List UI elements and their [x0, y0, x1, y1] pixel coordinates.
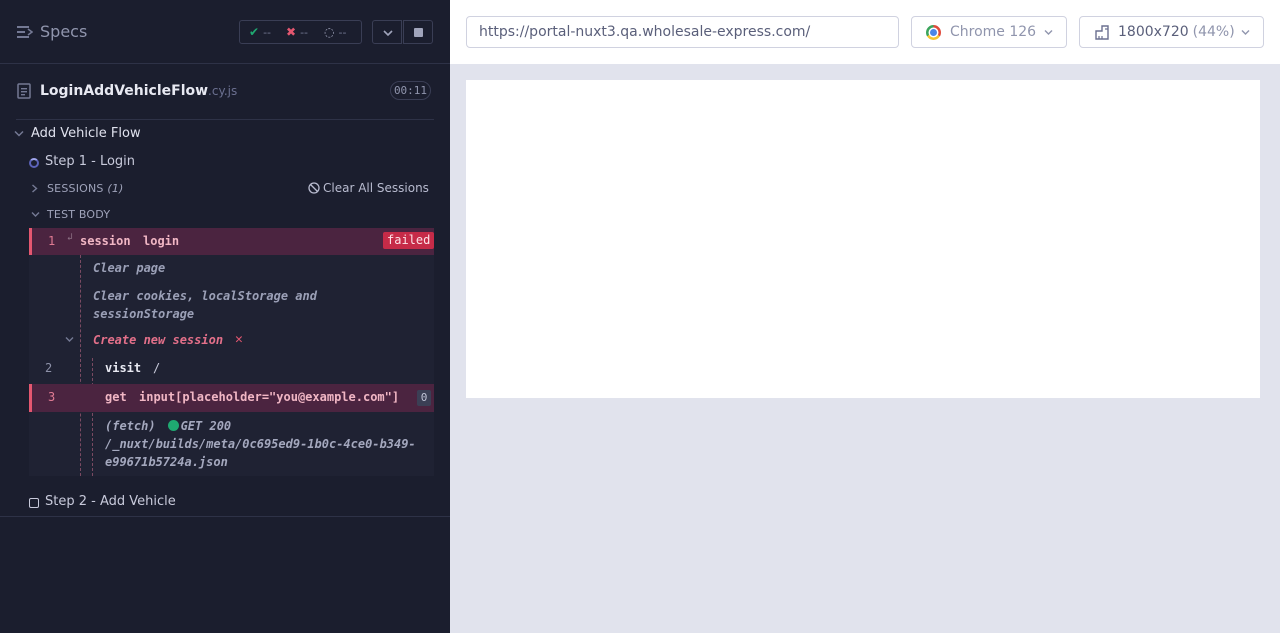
- stop-icon: [414, 28, 423, 37]
- chevron-down-icon: [1241, 30, 1250, 35]
- log-clear-storage-line2[interactable]: sessionStorage: [93, 307, 423, 321]
- reporter-panel: Specs ✔ -- ✖ -- ◌ -- LoginAddVehicleFlow.cy…: [0, 0, 450, 633]
- stop-button[interactable]: [403, 20, 433, 44]
- reporter-header: Specs ✔ -- ✖ -- ◌ --: [0, 0, 450, 64]
- create-session-label: Create new session: [93, 333, 224, 347]
- fetch-status: GET 200: [180, 419, 232, 433]
- chevron-right-icon: [32, 184, 38, 193]
- ruler-icon: [1095, 25, 1109, 40]
- passed-stat: ✔ --: [249, 25, 271, 39]
- viewport-label: 1800x720 (44%): [1118, 24, 1235, 40]
- fetch-url-line2: e99671b5724a.json: [105, 455, 228, 469]
- test-title-step2: Step 2 - Add Vehicle: [45, 494, 176, 509]
- browser-label: Chrome 126: [950, 24, 1037, 40]
- circle-notch-icon: ◌: [324, 25, 335, 39]
- status-dot-icon: [167, 420, 179, 431]
- aut-panel: https://portal-nuxt3.qa.wholesale-expres…: [450, 0, 1280, 633]
- test-title-step1: Step 1 - Login: [45, 154, 136, 169]
- nested-arrow-icon: ↲: [67, 232, 74, 243]
- test-stats: ✔ -- ✖ -- ◌ --: [239, 20, 362, 44]
- zoom-level: (44%): [1192, 24, 1235, 40]
- command-number: 1: [48, 234, 56, 248]
- viewport-size: 1800x720: [1118, 24, 1189, 40]
- aut-iframe[interactable]: [466, 80, 1260, 398]
- command-log: 1 ↲ session login failed Clear page Clea…: [29, 228, 435, 476]
- x-icon: ✖: [286, 25, 297, 39]
- element-count-badge: 0: [417, 390, 431, 406]
- fetch-log-line1: (fetch) GET 200: [105, 417, 430, 435]
- sessions-label: SESSIONS (1): [47, 182, 124, 195]
- suite-title: Add Vehicle Flow: [31, 126, 141, 141]
- check-icon: ✔: [249, 25, 260, 39]
- sessions-section[interactable]: SESSIONS (1) Clear All Sessions: [0, 178, 450, 198]
- document-icon: [17, 83, 31, 99]
- failed-x-icon: ✕: [235, 332, 243, 347]
- fetch-url-line1: /_nuxt/builds/meta/0c695ed9-1b0c-4ce0-b3…: [105, 437, 416, 451]
- pending-count: --: [338, 26, 347, 39]
- passed-count: --: [263, 26, 272, 39]
- chevron-down-icon: [31, 212, 40, 217]
- spec-duration: 00:11: [390, 81, 431, 100]
- ban-icon: [308, 182, 320, 194]
- command-message: input[placeholder="you@example.com"]: [139, 390, 400, 404]
- command-name: session: [80, 234, 131, 248]
- browser-selector[interactable]: Chrome 126: [911, 16, 1067, 48]
- command-name: get: [105, 390, 127, 404]
- toggle-expand-button[interactable]: [372, 20, 402, 44]
- command-name: visit: [105, 361, 142, 375]
- spec-file-header: LoginAddVehicleFlow.cy.js 00:11: [0, 64, 450, 120]
- command-number: 3: [48, 390, 56, 404]
- spec-file-name[interactable]: LoginAddVehicleFlow.cy.js: [40, 83, 237, 99]
- spec-file-basename: LoginAddVehicleFlow: [40, 83, 209, 99]
- clear-all-sessions-label: Clear All Sessions: [323, 181, 429, 195]
- command-row-visit[interactable]: 2 visit /: [29, 356, 434, 380]
- viewport-selector[interactable]: 1800x720 (44%): [1079, 16, 1264, 48]
- command-row-session[interactable]: 1 ↲ session login failed: [29, 228, 435, 255]
- failed-stat: ✖ --: [286, 25, 308, 39]
- test-row-step2[interactable]: Step 2 - Add Vehicle: [0, 492, 450, 517]
- specs-title[interactable]: Specs: [40, 22, 87, 41]
- fetch-log[interactable]: (fetch) GET 200 /_nuxt/builds/meta/0c695e…: [105, 417, 430, 471]
- command-row-get[interactable]: 3 get input[placeholder="you@example.com…: [29, 384, 434, 412]
- chevron-down-icon: [14, 130, 24, 137]
- pending-stat: ◌ --: [324, 25, 346, 39]
- pending-square-icon: [29, 498, 39, 508]
- spec-file-extension: .cy.js: [208, 84, 238, 98]
- test-row-step1[interactable]: Step 1 - Login: [0, 152, 450, 172]
- clear-all-sessions-button[interactable]: Clear All Sessions: [308, 181, 429, 195]
- command-message: login: [143, 234, 180, 248]
- chrome-icon: [926, 25, 941, 40]
- aut-header: https://portal-nuxt3.qa.wholesale-expres…: [450, 0, 1280, 64]
- log-clear-page[interactable]: Clear page: [93, 261, 423, 275]
- failed-badge: failed: [383, 232, 435, 249]
- chevron-down-icon: [65, 337, 74, 342]
- create-session-group[interactable]: Create new session ✕: [29, 327, 434, 353]
- fetch-label: (fetch): [105, 419, 156, 433]
- sessions-label-text: SESSIONS: [47, 182, 104, 195]
- command-message: /: [153, 361, 161, 375]
- chevron-down-icon: [1044, 30, 1053, 35]
- url-bar[interactable]: https://portal-nuxt3.qa.wholesale-expres…: [466, 16, 899, 48]
- running-spinner-icon: [29, 158, 39, 168]
- test-body-label: TEST BODY: [47, 208, 111, 221]
- sessions-count: (1): [107, 182, 124, 195]
- test-body-section[interactable]: TEST BODY: [0, 204, 450, 224]
- specs-list-icon[interactable]: [17, 25, 33, 39]
- failed-count: --: [300, 26, 309, 39]
- command-number: 2: [45, 361, 53, 375]
- chevron-down-icon: [383, 30, 393, 37]
- suite-row[interactable]: Add Vehicle Flow: [0, 124, 450, 144]
- log-clear-storage-line1[interactable]: Clear cookies, localStorage and: [93, 289, 423, 303]
